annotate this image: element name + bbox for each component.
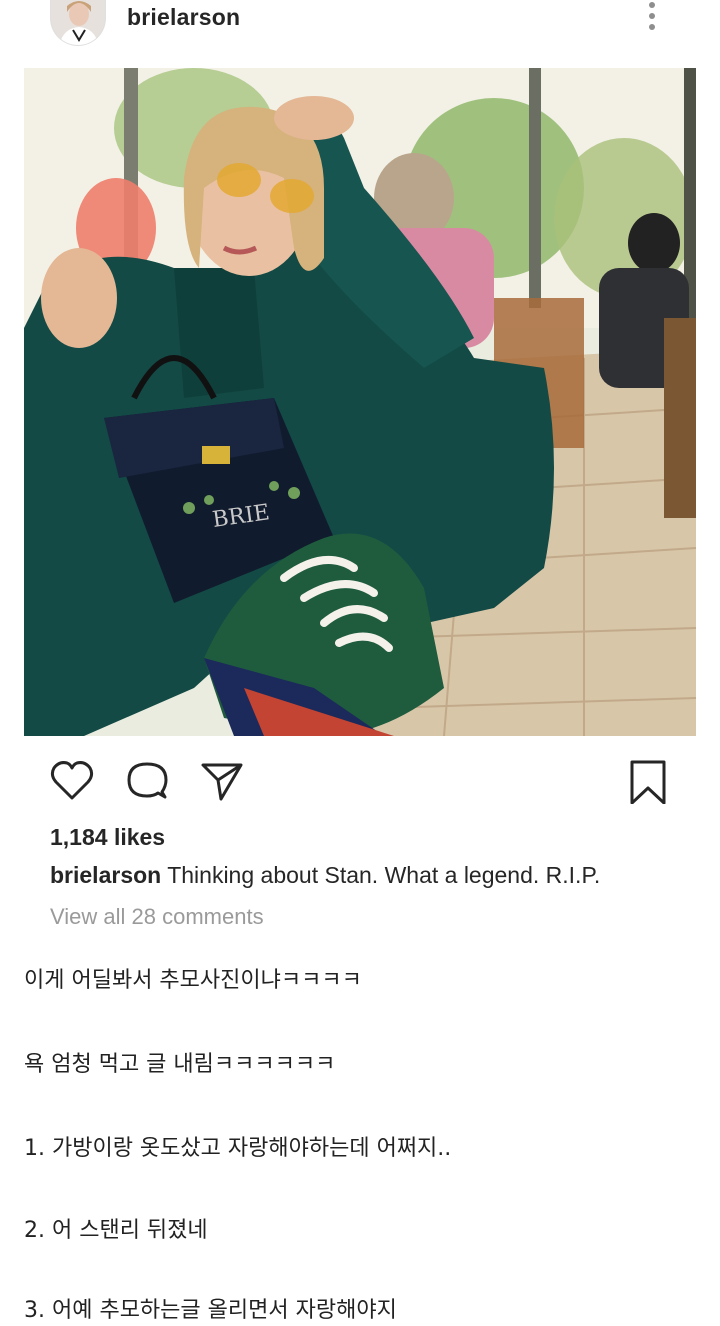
body-line-1: 이게 어딜봐서 추모사진이냐ㅋㅋㅋㅋ	[24, 968, 362, 993]
like-count[interactable]: 1,184 likes	[50, 824, 165, 851]
post-photo[interactable]: BRIE	[24, 68, 696, 736]
caption-username[interactable]: brielarson	[50, 862, 161, 888]
more-vertical-icon[interactable]	[642, 2, 662, 36]
bookmark-icon[interactable]	[626, 758, 672, 804]
post-header: brielarson	[0, 0, 720, 52]
comment-icon[interactable]	[124, 758, 170, 804]
heart-icon[interactable]	[49, 758, 95, 804]
body-line-2: 욕 엄청 먹고 글 내림ㅋㅋㅋㅋㅋㅋ	[24, 1052, 336, 1077]
avatar[interactable]	[50, 0, 106, 46]
body-line-4: 2. 어 스탠리 뒤졌네	[24, 1218, 208, 1243]
body-line-5: 3. 어예 추모하는글 올리면서 자랑해야지	[24, 1298, 397, 1323]
post-caption: brielarson Thinking about Stan. What a l…	[50, 862, 600, 889]
body-line-3: 1. 가방이랑 옷도샀고 자랑해야하는데 어쩌지..	[24, 1136, 452, 1161]
send-icon[interactable]	[199, 758, 245, 804]
view-comments-link[interactable]: View all 28 comments	[50, 904, 264, 930]
action-bar	[0, 750, 720, 810]
post-username[interactable]: brielarson	[127, 4, 240, 31]
caption-text: Thinking about Stan. What a legend. R.I.…	[167, 862, 601, 888]
